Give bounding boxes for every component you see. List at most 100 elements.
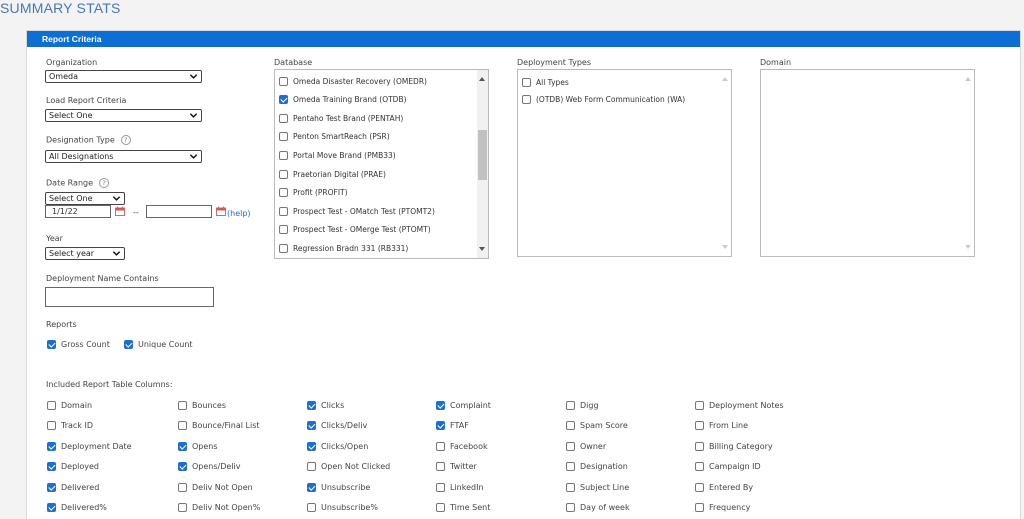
column-item[interactable]: Deliv Not Open [178, 482, 253, 492]
column-item[interactable]: Digg [566, 400, 599, 410]
checkbox[interactable] [47, 339, 56, 349]
column-item[interactable]: Subject Line [566, 482, 629, 492]
database-item[interactable]: Omeda Training Brand (OTDB) [279, 95, 407, 105]
column-option[interactable]: Facebook [436, 440, 488, 452]
deployment-type-option[interactable]: All Types [522, 76, 569, 88]
checkbox[interactable] [178, 400, 187, 410]
designation-type-select[interactable]: All Designations [45, 150, 202, 163]
column-option[interactable]: Deployment Notes [695, 399, 784, 411]
column-option[interactable]: Deliv Not Open [178, 481, 253, 493]
database-item[interactable]: Pentaho Test Brand (PENTAH) [279, 113, 403, 123]
checkbox[interactable] [307, 421, 316, 430]
checkbox[interactable] [279, 95, 288, 105]
column-option[interactable]: Digg [566, 399, 599, 411]
column-option[interactable]: Campaign ID [695, 461, 761, 473]
checkbox[interactable] [279, 188, 288, 198]
column-option[interactable]: Unsubscribe [307, 481, 370, 493]
column-item[interactable]: Complaint [436, 400, 491, 410]
column-option[interactable]: Delivered [47, 481, 99, 493]
checkbox[interactable] [522, 94, 531, 104]
year-select[interactable]: Select year [45, 247, 125, 260]
checkbox[interactable] [695, 503, 704, 512]
column-option[interactable]: Domain [47, 399, 92, 411]
column-option[interactable]: Clicks/Open [307, 440, 368, 452]
column-item[interactable]: Campaign ID [695, 462, 761, 471]
checkbox[interactable] [178, 441, 187, 451]
checkbox[interactable] [47, 482, 56, 492]
scroll-up-arrow[interactable] [722, 77, 728, 81]
database-item[interactable]: Profit (PROFIT) [279, 188, 348, 198]
column-option[interactable]: Owner [566, 440, 606, 452]
checkbox[interactable] [436, 482, 445, 492]
column-option[interactable]: Frequency [695, 502, 750, 514]
column-option[interactable]: From Line [695, 420, 748, 432]
database-item[interactable]: Penton SmartReach (PSR) [279, 132, 390, 142]
scroll-up-arrow[interactable] [965, 77, 971, 81]
column-item[interactable]: Facebook [436, 441, 488, 451]
column-item[interactable]: Opens/Deliv [178, 462, 241, 471]
start-date-input[interactable]: 1/1/22 [45, 205, 111, 218]
scroll-thumb[interactable] [478, 130, 487, 180]
checkbox[interactable] [307, 441, 316, 451]
checkbox[interactable] [47, 462, 56, 471]
checkbox[interactable] [47, 400, 56, 410]
checkbox[interactable] [436, 441, 445, 451]
deployment-name-input[interactable] [45, 287, 214, 307]
calendar-icon[interactable] [115, 206, 125, 216]
load-criteria-select[interactable]: Select One [45, 109, 202, 122]
column-item[interactable]: LinkedIn [436, 482, 484, 492]
column-item[interactable]: Unsubscribe% [307, 503, 378, 512]
database-option[interactable]: Pentaho Test Brand (PENTAH) [279, 112, 403, 124]
database-option[interactable]: Prospect Test - OMerge Test (PTOMT) [279, 224, 431, 236]
checkbox[interactable] [695, 482, 704, 492]
column-item[interactable]: Deliv Not Open% [178, 503, 260, 512]
column-item[interactable]: Deployment Date [47, 441, 132, 451]
column-item[interactable]: Delivered [47, 482, 99, 492]
column-option[interactable]: LinkedIn [436, 481, 484, 493]
report-option[interactable]: Unique Count [124, 338, 193, 350]
database-listbox[interactable]: Omeda Disaster Recovery (OMEDR) Omeda Tra… [274, 69, 489, 259]
column-option[interactable]: Bounces [178, 399, 226, 411]
deployment-types-scrollbar[interactable] [720, 70, 731, 256]
column-option[interactable]: Delivered% [47, 502, 107, 514]
deployment-type-item[interactable]: All Types [522, 77, 569, 87]
report-item[interactable]: Gross Count [47, 339, 110, 349]
checkbox[interactable] [307, 503, 316, 512]
deployment-type-option[interactable]: (OTDB) Web Form Communication (WA) [522, 93, 685, 105]
database-option[interactable]: Profit (PROFIT) [279, 187, 348, 199]
column-option[interactable]: Deliv Not Open% [178, 502, 260, 514]
checkbox[interactable] [279, 76, 288, 86]
column-option[interactable]: Twitter [436, 461, 477, 473]
column-item[interactable]: Bounces [178, 400, 226, 410]
checkbox[interactable] [47, 441, 56, 451]
checkbox[interactable] [178, 503, 187, 512]
column-item[interactable]: From Line [695, 421, 748, 430]
checkbox[interactable] [307, 482, 316, 492]
scroll-down-arrow[interactable] [722, 245, 728, 249]
checkbox[interactable] [279, 113, 288, 123]
checkbox[interactable] [307, 462, 316, 471]
end-date-input[interactable] [146, 205, 212, 218]
checkbox[interactable] [695, 441, 704, 451]
column-item[interactable]: Track ID [47, 421, 93, 430]
column-option[interactable]: Entered By [695, 481, 753, 493]
deployment-type-item[interactable]: (OTDB) Web Form Communication (WA) [522, 94, 685, 104]
help-icon[interactable]: ? [120, 135, 131, 145]
checkbox[interactable] [178, 482, 187, 492]
column-option[interactable]: Deployment Date [47, 440, 132, 452]
column-option[interactable]: Bounce/Final List [178, 420, 260, 432]
column-item[interactable]: Unsubscribe [307, 482, 370, 492]
column-option[interactable]: Designation [566, 461, 628, 473]
database-item[interactable]: Portal Move Brand (PMB33) [279, 150, 396, 160]
database-option[interactable]: Penton SmartReach (PSR) [279, 131, 390, 143]
checkbox[interactable] [566, 441, 575, 451]
checkbox[interactable] [695, 421, 704, 430]
checkbox[interactable] [436, 400, 445, 410]
column-item[interactable]: Domain [47, 400, 92, 410]
scroll-up-arrow[interactable] [479, 77, 485, 81]
column-option[interactable]: Billing Category [695, 440, 773, 452]
column-item[interactable]: Owner [566, 441, 606, 451]
checkbox[interactable] [566, 503, 575, 512]
column-item[interactable]: Frequency [695, 503, 750, 512]
column-item[interactable]: Bounce/Final List [178, 421, 260, 430]
